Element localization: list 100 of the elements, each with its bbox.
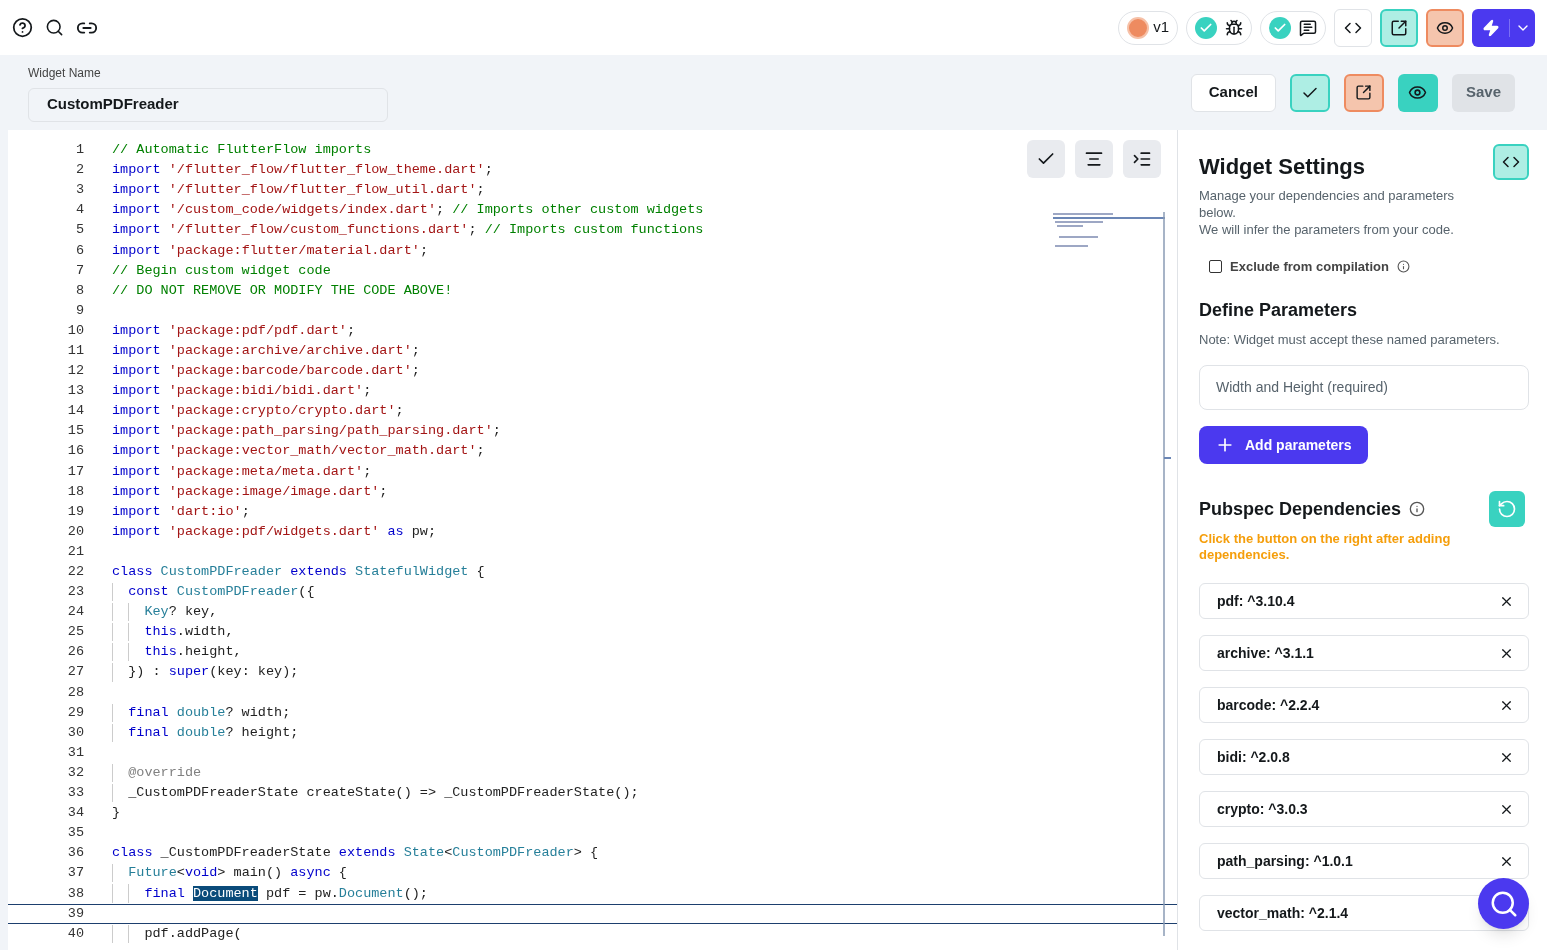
line-number: 35 <box>66 824 84 843</box>
code-line: pdf.addPage( <box>143 924 242 943</box>
line-number: 10 <box>66 321 84 340</box>
save-button[interactable]: Save <box>1451 73 1515 112</box>
line-number: 29 <box>66 703 84 722</box>
dependency-label: vector_math: ^2.1.4 <box>1217 903 1349 923</box>
line-number: 27 <box>66 663 84 682</box>
indent-icon <box>1132 149 1152 169</box>
widget-name-field[interactable]: CustomPDFreader <box>28 87 388 122</box>
check-icon <box>1269 16 1291 39</box>
line-number: 39 <box>66 904 84 923</box>
line-number: 30 <box>66 723 84 742</box>
line-number: 1 <box>74 141 84 160</box>
code-button[interactable] <box>1493 144 1529 180</box>
code-line: import 'package:pdf/widgets.dart' as pw; <box>112 522 437 541</box>
description: Manage your dependencies and parameters below. <box>1199 187 1456 221</box>
open-external-button[interactable] <box>1380 8 1418 47</box>
line-number: 18 <box>66 482 84 501</box>
preview-button[interactable] <box>1426 8 1464 47</box>
code-line: }) : super(key: key); <box>127 663 299 682</box>
info-icon[interactable] <box>1396 260 1410 274</box>
code-line: import 'package:pdf/pdf.dart'; <box>112 321 356 340</box>
parameter-item[interactable]: Width and Height (required) <box>1199 365 1529 410</box>
preview-button[interactable] <box>1397 73 1438 112</box>
panel-title: Widget Settings <box>1199 153 1366 181</box>
open-external-button[interactable] <box>1343 73 1384 112</box>
warning-text: Click the button on the right after adding dependencies. <box>1199 531 1452 563</box>
code-line: import 'package:barcode/barcode.dart'; <box>112 362 420 381</box>
line-number: 23 <box>66 583 84 602</box>
cancel-button[interactable]: Cancel <box>1190 73 1276 112</box>
code-line: import 'package:vector_math/vector_math.dart'; <box>112 442 485 461</box>
align-center-icon <box>1084 149 1104 169</box>
line-number: 2 <box>74 161 84 180</box>
line-number: 4 <box>74 201 84 220</box>
line-number: 38 <box>66 884 84 903</box>
dependency-label: archive: ^3.1.1 <box>1217 643 1314 663</box>
line-number: 9 <box>74 301 84 320</box>
line-number: 36 <box>66 844 84 863</box>
check-button[interactable] <box>1027 140 1065 178</box>
code-line: final double? width; <box>127 703 291 722</box>
format-button[interactable] <box>1075 140 1113 178</box>
line-number: 7 <box>74 261 84 280</box>
line-number: 21 <box>66 542 84 561</box>
line-number: 8 <box>74 281 84 300</box>
line-number: 40 <box>66 924 84 943</box>
line-number: 20 <box>66 522 84 541</box>
field-label: Widget Name <box>28 64 102 82</box>
line-number: 14 <box>66 402 84 421</box>
checkbox-label: Exclude from compilation <box>1230 258 1389 276</box>
code-line: class _CustomPDFreaderState extends State<CustomPDFreader> { <box>112 844 599 863</box>
search-icon[interactable] <box>45 18 64 37</box>
line-number: 12 <box>66 362 84 381</box>
external-link-icon <box>1390 18 1408 37</box>
run-button[interactable] <box>1472 8 1535 47</box>
info-icon[interactable] <box>1409 501 1426 517</box>
code-line: @override <box>127 763 202 782</box>
code-line: const CustomPDFreader({ <box>127 583 315 602</box>
code-line: Future<void> main() async { <box>127 864 347 883</box>
checkbox[interactable] <box>1209 260 1222 274</box>
version-icon <box>1127 16 1150 39</box>
line-number: 34 <box>66 804 84 823</box>
code-line: import 'package:flutter/material.dart'; <box>112 241 428 260</box>
code-button[interactable] <box>1334 8 1372 47</box>
code-line: import 'package:image/image.dart'; <box>112 482 388 501</box>
code-line: this.height, <box>143 643 242 662</box>
lightning-icon <box>1481 18 1500 37</box>
bug-icon <box>1225 18 1243 37</box>
line-number: 25 <box>66 623 84 642</box>
line-number: 32 <box>66 763 84 782</box>
line-number: 37 <box>66 864 84 883</box>
line-number: 15 <box>66 422 84 441</box>
dependency-label: barcode: ^2.2.4 <box>1217 695 1320 715</box>
add-parameters-button[interactable]: Add parameters <box>1199 426 1368 464</box>
code-line: // DO NOT REMOVE OR MODIFY THE CODE ABOVE! <box>112 281 453 300</box>
code-line: // Automatic FlutterFlow imports <box>112 141 372 160</box>
line-number: 31 <box>66 743 84 762</box>
line-number: 19 <box>66 502 84 521</box>
code-line: import '/flutter_flow/flutter_flow_theme.dart'; <box>112 161 493 180</box>
code-line: final Document pdf = pw.Document(); <box>143 884 428 903</box>
line-number: 5 <box>74 221 84 240</box>
code-line: import 'package:crypto/crypto.dart'; <box>112 402 404 421</box>
eye-icon <box>1408 83 1428 102</box>
line-number: 22 <box>66 563 84 581</box>
code-line: final double? height; <box>127 723 299 742</box>
code-line: import 'package:bidi/bidi.dart'; <box>112 382 372 401</box>
dependency-label: crypto: ^3.0.3 <box>1217 799 1308 819</box>
code-line: import 'package:archive/archive.dart'; <box>112 342 420 360</box>
code-line: import '/flutter_flow/custom_functions.dart'; // Imports custom functions <box>112 221 704 240</box>
line-number: 6 <box>74 241 84 260</box>
indent-button[interactable] <box>1123 140 1161 178</box>
line-number: 17 <box>66 462 84 481</box>
help-icon[interactable] <box>12 17 33 38</box>
line-number: 33 <box>66 784 84 803</box>
section-title: Define Parameters <box>1199 298 1359 322</box>
code-line: _CustomPDFreaderState createState() => _CustomPDFreaderState(); <box>127 784 639 803</box>
code-line: import '/flutter_flow/flutter_flow_util.dart'; <box>112 181 485 200</box>
line-number: 24 <box>66 603 84 622</box>
check-button[interactable] <box>1289 73 1330 112</box>
dependency-label: path_parsing: ^1.0.1 <box>1217 851 1353 871</box>
external-link-icon <box>1355 84 1373 101</box>
